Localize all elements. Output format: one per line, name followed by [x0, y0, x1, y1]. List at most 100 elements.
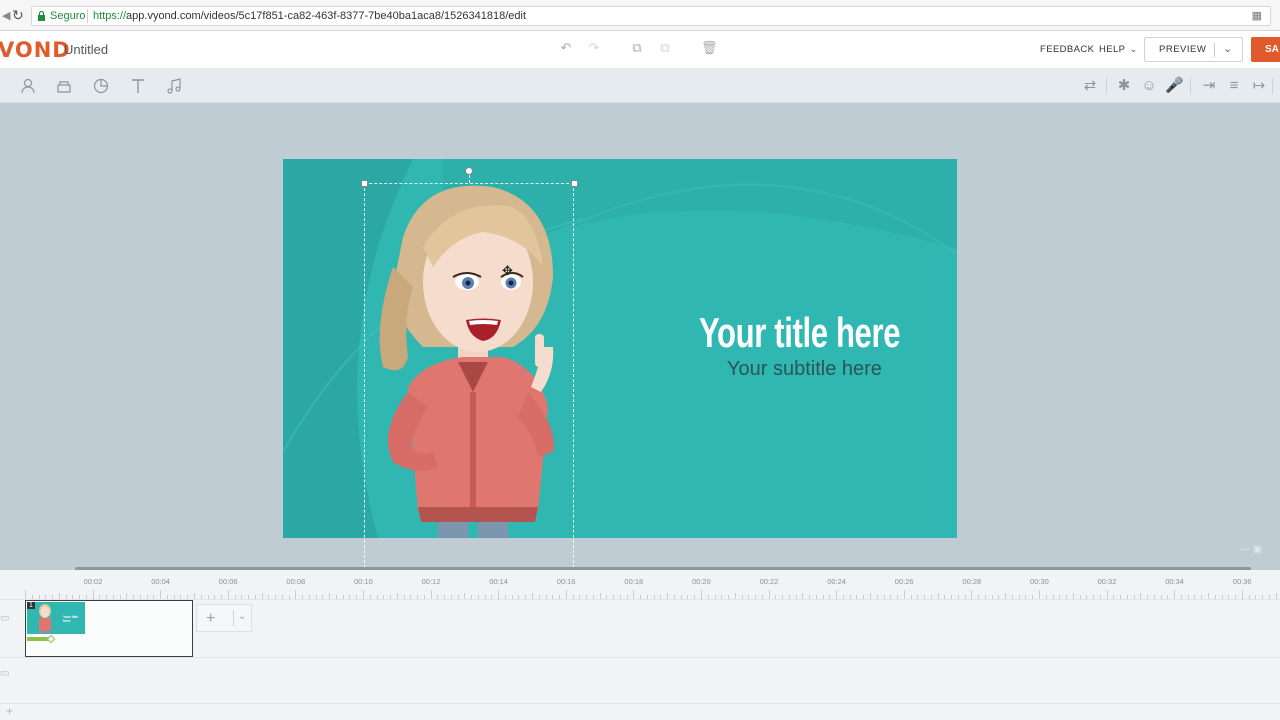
plus-icon[interactable]: +	[206, 610, 215, 628]
ruler-tick	[937, 593, 939, 599]
add-track-icon[interactable]: +	[6, 704, 13, 718]
ruler-tick	[444, 595, 446, 599]
ruler-tick	[592, 595, 594, 599]
motion-path-icon[interactable]: ≡	[1225, 77, 1243, 95]
ruler-tick	[951, 595, 953, 599]
selection-box[interactable]	[364, 183, 574, 570]
audio-track-icon: ▭	[0, 668, 10, 679]
ruler-tick	[52, 595, 54, 599]
chevron-down-icon: ⌄	[1129, 44, 1138, 55]
ruler-tick	[99, 595, 101, 599]
ruler-tick	[842, 595, 844, 599]
ruler-tick-label: 00:34	[1165, 577, 1184, 586]
redo-icon[interactable]: ↷	[587, 41, 601, 55]
ruler-tick	[1011, 595, 1013, 599]
ruler-tick	[1106, 590, 1108, 599]
ruler-tick	[1214, 595, 1216, 599]
rotate-handle[interactable]	[465, 167, 473, 175]
ruler-tick	[302, 595, 304, 599]
ruler-tick-label: 00:04	[151, 577, 170, 586]
back-icon[interactable]: ◀	[2, 9, 10, 22]
reload-icon[interactable]: ↻	[12, 7, 24, 24]
timeline-ruler[interactable]: 00:02 00:04 00:06 00:08 00:10 00:12 00:14 00:16…	[0, 570, 1280, 600]
preview-label: PREVIEW	[1159, 44, 1207, 55]
scene-clip[interactable]: Your title here 1	[25, 600, 193, 657]
ruler-tick	[65, 595, 67, 599]
text-icon[interactable]	[129, 77, 147, 95]
ruler-tick-label: 00:32	[1097, 577, 1117, 586]
ruler-tick-label: 00:16	[556, 577, 576, 586]
undo-icon[interactable]: ↶	[559, 41, 573, 55]
ruler-tick	[187, 595, 189, 599]
ruler-tick	[25, 590, 26, 599]
address-url[interactable]: https://app.vyond.com/videos/5c17f851-ca…	[93, 10, 526, 22]
ruler-tick	[369, 595, 371, 599]
ruler-tick-label: 00:10	[354, 577, 373, 586]
zoom-controls[interactable]: — ▣	[1240, 544, 1280, 562]
address-bar[interactable]: Seguro https://app.vyond.com/videos/5c17…	[31, 6, 1271, 26]
toolbar-separator	[1106, 78, 1107, 94]
ruler-tick	[295, 590, 297, 599]
ruler-tick	[119, 595, 121, 599]
ruler-tick	[1275, 593, 1277, 599]
preview-button[interactable]: PREVIEW ⌄	[1144, 37, 1243, 62]
ruler-tick	[464, 593, 466, 599]
scene-number: 1	[27, 602, 35, 609]
ruler-tick	[822, 595, 824, 599]
ruler-tick	[646, 595, 648, 599]
expression-icon[interactable]: ☺	[1140, 77, 1158, 95]
ruler-tick	[741, 595, 743, 599]
scene-subtitle-text[interactable]: Your subtitle here	[727, 358, 882, 381]
swap-icon[interactable]: ⇄	[1081, 77, 1099, 95]
feedback-link[interactable]: FEEDBACK	[1040, 44, 1094, 55]
asset-toolbar: ⇄ ✱ ☺ 🎤 ⇥ ≡ ↦	[0, 70, 1280, 103]
ruler-tick	[586, 595, 588, 599]
ruler-tick-label: 00:28	[962, 577, 982, 586]
action-icon[interactable]: ✱	[1115, 77, 1133, 95]
scene-marker[interactable]	[46, 634, 56, 644]
ruler-tick	[1201, 595, 1203, 599]
paste-icon[interactable]: ⧉	[658, 41, 672, 55]
ruler-tick	[471, 595, 473, 599]
move-cursor-icon: ✥	[502, 263, 513, 278]
ruler-tick	[504, 595, 506, 599]
video-track-icon: ▭	[0, 613, 10, 624]
resize-handle-top-left[interactable]	[361, 180, 368, 187]
ruler-tick	[1147, 595, 1149, 599]
enter-effect-icon[interactable]: ⇥	[1200, 77, 1218, 95]
add-scene-button[interactable]: + ⌄	[196, 604, 252, 632]
ruler-tick	[532, 593, 533, 599]
resize-handle-top-right[interactable]	[571, 180, 578, 187]
ruler-tick	[153, 595, 155, 599]
ruler-tick	[315, 595, 317, 599]
ruler-tick	[761, 595, 763, 599]
microphone-icon[interactable]: 🎤	[1165, 77, 1184, 95]
chart-icon[interactable]	[92, 77, 110, 95]
ruler-tick	[734, 593, 736, 599]
ruler-tick	[363, 590, 364, 599]
scene-title-text[interactable]: Your title here	[699, 309, 900, 357]
character-icon[interactable]	[19, 77, 37, 95]
translate-icon[interactable]: ▦	[1252, 9, 1262, 22]
exit-effect-icon[interactable]: ↦	[1250, 77, 1268, 95]
audio-icon[interactable]	[165, 77, 183, 95]
ruler-tick	[423, 595, 425, 599]
prop-icon[interactable]	[55, 77, 73, 95]
ruler-tick	[457, 595, 459, 599]
ruler-tick-label: 00:20	[692, 577, 711, 586]
ruler-tick	[1005, 593, 1007, 599]
chevron-down-icon[interactable]: ⌄	[1223, 42, 1232, 55]
ruler-tick	[829, 595, 831, 599]
delete-icon[interactable]: 🗑	[701, 41, 718, 55]
help-menu[interactable]: HELP ⌄	[1099, 44, 1138, 55]
ruler-tick	[1086, 595, 1088, 599]
url-path: app.vyond.com/videos/5c17f851-ca82-463f-…	[126, 10, 527, 22]
document-title[interactable]: Untitled	[64, 42, 108, 57]
ruler-tick	[728, 595, 730, 599]
ruler-tick	[687, 595, 689, 599]
chevron-down-icon[interactable]: ⌄	[238, 611, 246, 622]
save-button[interactable]: SA	[1251, 37, 1280, 62]
copy-icon[interactable]: ⧉	[630, 41, 644, 55]
vyond-logo[interactable]: VOND	[0, 38, 71, 62]
ruler-tick	[1255, 595, 1257, 599]
